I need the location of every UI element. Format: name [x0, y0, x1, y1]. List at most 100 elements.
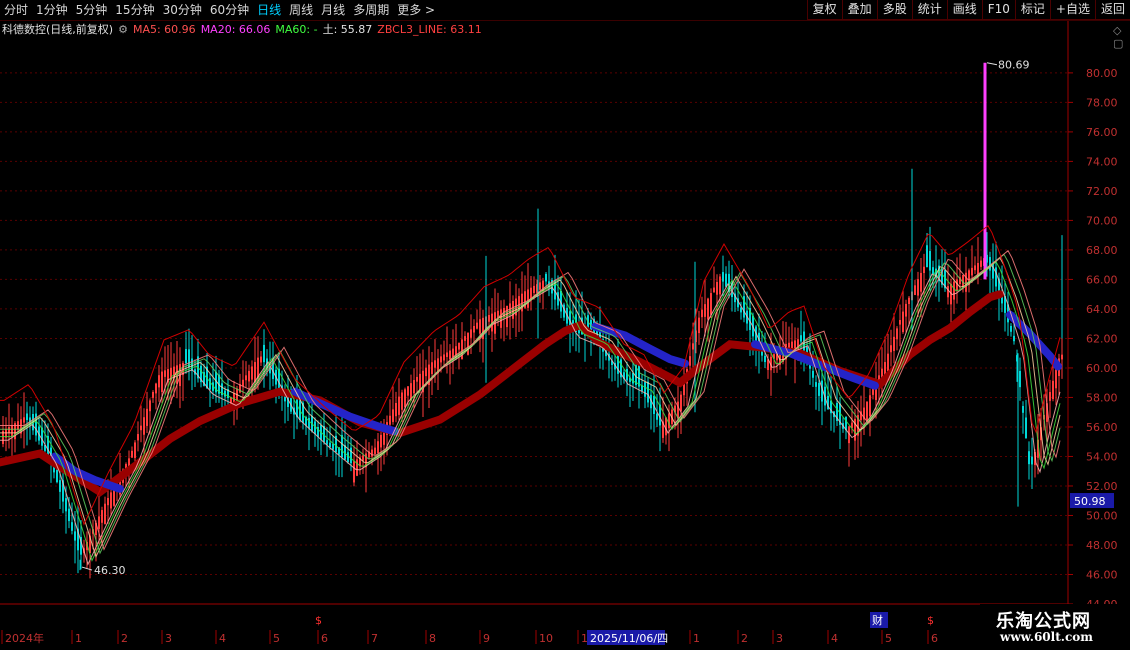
x-tick-label: 2	[121, 632, 128, 645]
candle-body	[377, 441, 379, 453]
candle-body	[104, 503, 106, 524]
candle-body	[467, 332, 469, 355]
candle-body	[308, 417, 310, 429]
y-tick-label: 54.00	[1086, 450, 1118, 463]
candle-body	[926, 245, 928, 268]
tab-5[interactable]: 60分钟	[206, 0, 253, 20]
tool-button-4[interactable]: 画线	[946, 0, 982, 20]
candle-body	[920, 272, 922, 292]
candle-body	[23, 417, 25, 423]
tab-3[interactable]: 15分钟	[111, 0, 158, 20]
candle-body	[350, 447, 352, 464]
candle-body	[425, 367, 427, 377]
candle-body	[1022, 406, 1024, 413]
candle-body	[896, 328, 898, 340]
tab-10[interactable]: 更多 >	[393, 0, 439, 20]
time-axis[interactable]: 2024年1234567891011121234562025/11/06/四$$…	[0, 612, 980, 645]
tab-6[interactable]: 日线	[253, 0, 285, 20]
candle-body	[899, 320, 901, 325]
kline-chart[interactable]: 44.0046.0048.0050.0052.0054.0056.0058.00…	[0, 0, 1130, 650]
x-tick-label: 1	[75, 632, 82, 645]
candle-body	[902, 311, 904, 333]
candle-body	[701, 309, 703, 318]
candle-body	[1019, 370, 1021, 388]
candle-body	[488, 315, 490, 322]
diamond-icon[interactable]: ◇ ▢	[1113, 24, 1130, 50]
tool-button-5[interactable]: F10	[981, 0, 1015, 20]
price-axis[interactable]: 44.0046.0048.0050.0052.0054.0056.0058.00…	[1068, 67, 1118, 611]
candle-body	[380, 434, 382, 448]
candle-body	[668, 413, 670, 429]
candle-body	[974, 265, 976, 271]
candle-body	[242, 379, 244, 387]
candle-body	[416, 376, 418, 382]
y-tick-label: 52.00	[1086, 480, 1118, 493]
candle-body	[134, 442, 136, 458]
tool-button-2[interactable]: 多股	[876, 0, 912, 20]
x-tick-label: 1	[693, 632, 700, 645]
stock-name[interactable]: 科德数控(日线,前复权)	[2, 21, 113, 37]
right-tool-buttons: 复权 叠加 多股 统计 画线 F10 标记 +自选 返回	[806, 0, 1130, 20]
candle-body	[914, 285, 916, 295]
candle-body	[155, 383, 157, 394]
tab-4[interactable]: 30分钟	[159, 0, 206, 20]
candle-body	[893, 336, 895, 351]
candle-body	[11, 425, 13, 437]
y-tick-label: 80.00	[1086, 67, 1118, 80]
candle-body	[140, 425, 142, 431]
y-tick-label: 46.00	[1086, 568, 1118, 581]
candle-body	[815, 382, 817, 387]
candle-body	[59, 480, 61, 492]
tool-button-8[interactable]: 返回	[1094, 0, 1130, 20]
candle-body	[527, 289, 529, 308]
candle-body	[56, 469, 58, 483]
candle-body	[74, 531, 76, 541]
finance-marker: 财	[872, 613, 883, 627]
tab-8[interactable]: 月线	[317, 0, 349, 20]
zbcl-value: ZBCL3_LINE: 63.11	[377, 22, 482, 36]
candle-body	[374, 447, 376, 455]
candle-body	[953, 281, 955, 300]
y-tick-label: 58.00	[1086, 391, 1118, 404]
candle-body	[812, 370, 814, 378]
candle-body	[647, 381, 649, 403]
candle-body	[158, 375, 160, 388]
tool-button-1[interactable]: 叠加	[841, 0, 877, 20]
candle-body	[71, 522, 73, 531]
tab-0[interactable]: 分时	[0, 0, 32, 20]
tab-9[interactable]: 多周期	[349, 0, 393, 20]
candle-body	[404, 389, 406, 408]
settings-icon[interactable]: ⚙	[118, 23, 128, 36]
candle-body	[107, 498, 109, 506]
x-tick-label: 5	[273, 632, 280, 645]
candle-body	[989, 257, 991, 271]
candle-body	[656, 413, 658, 420]
tool-button-6[interactable]: 标记	[1014, 0, 1050, 20]
y-tick-label: 66.00	[1086, 273, 1118, 286]
indicator-info-line: 科德数控(日线,前复权) ⚙ MA5: 60.96 MA20: 66.06 MA…	[2, 21, 487, 37]
top-toolbar: 分时 1分钟 5分钟 15分钟 30分钟 60分钟 日线 周线 月线 多周期 更多 > 复权 叠加 多股…	[0, 0, 1130, 21]
candle-body	[131, 450, 133, 458]
tab-1[interactable]: 1分钟	[32, 0, 72, 20]
candle-body	[887, 353, 889, 372]
candle-body	[995, 267, 997, 287]
tool-button-7[interactable]: +自选	[1049, 0, 1095, 20]
tool-button-0[interactable]: 复权	[806, 0, 842, 20]
candle-body	[26, 413, 28, 421]
tab-7[interactable]: 周线	[285, 0, 317, 20]
tool-button-3[interactable]: 统计	[911, 0, 947, 20]
y-tick-label: 78.00	[1086, 96, 1118, 109]
candle-body	[698, 317, 700, 334]
candle-body	[260, 356, 262, 363]
candle-body	[818, 383, 820, 396]
extreme-labels: 80.69 46.30	[81, 59, 1030, 577]
candle-body	[872, 388, 874, 395]
ma5-value: MA5: 60.96	[132, 22, 196, 36]
event-marker: $	[315, 614, 322, 627]
candle-body	[479, 319, 481, 334]
candle-body	[449, 350, 451, 360]
x-tick-label: 4	[831, 632, 838, 645]
candle-body	[161, 371, 163, 393]
tab-2[interactable]: 5分钟	[72, 0, 112, 20]
candle-body	[458, 342, 460, 350]
